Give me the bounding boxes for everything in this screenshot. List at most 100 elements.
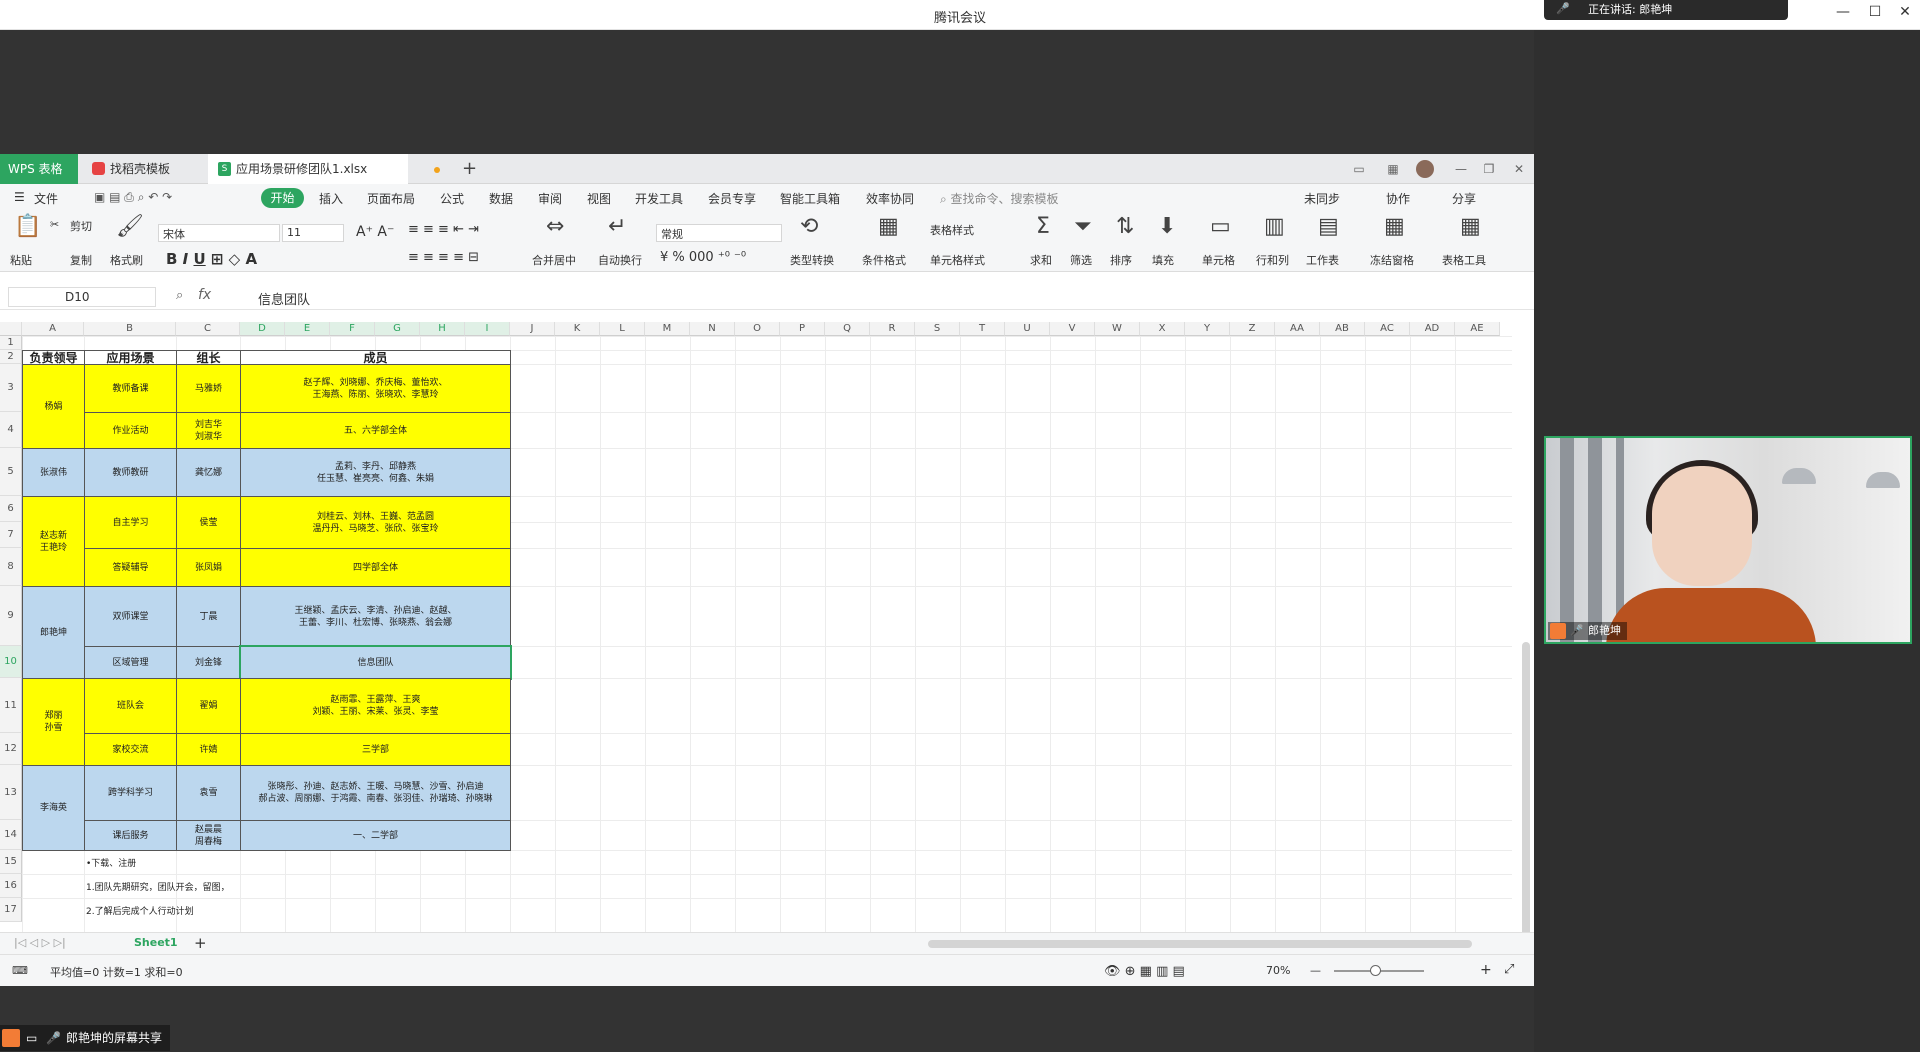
font-select[interactable]: 宋体 <box>158 224 280 242</box>
members-cell[interactable]: 信息团队 <box>239 645 512 680</box>
menu-efficiency[interactable]: 效率协同 <box>866 190 914 207</box>
column-header-W[interactable]: W <box>1095 322 1140 336</box>
copy-button[interactable]: 复制 <box>70 252 92 268</box>
column-header-P[interactable]: P <box>780 322 825 336</box>
column-header-B[interactable]: B <box>84 322 176 336</box>
table-style-button[interactable]: 表格样式 <box>930 222 974 238</box>
row-col-icon[interactable]: ▥ <box>1264 214 1285 239</box>
scene-cell[interactable]: 家校交流 <box>84 733 177 766</box>
zoom-icon[interactable]: ⌕ <box>176 288 183 303</box>
menu-icon[interactable]: ☰ <box>14 190 25 204</box>
fill-button[interactable]: 填充 <box>1152 252 1174 268</box>
group-leader-cell[interactable]: 张凤娟 <box>176 548 241 587</box>
vertical-scrollbar[interactable] <box>1522 642 1530 932</box>
filter-button[interactable]: 筛选 <box>1070 252 1092 268</box>
members-cell[interactable]: 四学部全体 <box>240 548 511 587</box>
font-size-select[interactable]: 11 <box>282 224 344 242</box>
scene-cell[interactable]: 跨学科学习 <box>84 765 177 821</box>
number-icons[interactable]: ¥ % 000 ⁺⁰ ⁻⁰ <box>660 250 746 265</box>
row-header-5[interactable]: 5 <box>0 448 22 496</box>
zoom-out-icon[interactable]: — <box>1310 964 1321 977</box>
column-header-F[interactable]: F <box>330 322 375 336</box>
scene-cell[interactable]: 区域管理 <box>84 646 177 679</box>
table-tools-button[interactable]: 表格工具 <box>1442 252 1486 268</box>
row-header-14[interactable]: 14 <box>0 820 22 850</box>
menu-data[interactable]: 数据 <box>489 190 513 207</box>
format-painter-icon[interactable]: 🖌 <box>116 214 144 239</box>
formula-input[interactable]: 信息团队 <box>258 289 310 308</box>
scene-cell[interactable]: 教师备课 <box>84 364 177 413</box>
quick-access-icons[interactable]: ▣ ▤ ⎙ ⌕ ↶ ↷ <box>94 190 172 205</box>
wps-restore-icon[interactable]: ❐ <box>1480 160 1498 178</box>
font-grow-icon[interactable]: A⁺ A⁻ <box>356 224 394 240</box>
note-text[interactable]: 1.团队先期研究，团队开会，留图， <box>86 880 230 893</box>
select-all-corner[interactable] <box>0 322 22 336</box>
column-header-X[interactable]: X <box>1140 322 1185 336</box>
worksheet-button[interactable]: 工作表 <box>1306 252 1339 268</box>
members-cell[interactable]: 王继颖、孟庆云、李清、孙启迪、赵越、 王蕾、李川、杜宏博、张晓燕、翁会娜 <box>240 586 511 647</box>
add-tab-button[interactable]: + <box>462 154 482 184</box>
row-header-12[interactable]: 12 <box>0 733 22 765</box>
align-icons[interactable]: ≡ ≡ ≡ ⇤ ⇥ <box>408 222 479 237</box>
wrap-button[interactable]: 自动换行 <box>598 252 642 268</box>
menu-insert[interactable]: 插入 <box>319 190 343 207</box>
column-header-N[interactable]: N <box>690 322 735 336</box>
column-header-M[interactable]: M <box>645 322 690 336</box>
leader-cell[interactable]: 李海英 <box>22 765 85 851</box>
worksheet-icon[interactable]: ▤ <box>1318 214 1339 239</box>
sheet-nav-icons[interactable]: |◁ ◁ ▷ ▷| <box>14 936 66 949</box>
note-text[interactable]: 2.了解后完成个人行动计划 <box>86 904 194 917</box>
cut-button[interactable]: 剪切 <box>70 218 92 234</box>
row-col-button[interactable]: 行和列 <box>1256 252 1289 268</box>
column-header-AD[interactable]: AD <box>1410 322 1455 336</box>
add-sheet-icon[interactable]: + <box>194 934 207 952</box>
wps-close-icon[interactable]: ✕ <box>1510 160 1528 178</box>
tab-file[interactable]: S 应用场景研修团队1.xlsx <box>208 154 440 184</box>
type-convert-button[interactable]: 类型转换 <box>790 252 834 268</box>
spreadsheet-grid[interactable]: A B C D E F G H I J K L M N O P Q R S T U V W X Y Z AA AB AC AD AE 123… <box>0 322 1534 932</box>
column-header-A[interactable]: A <box>22 322 84 336</box>
align-icons-2[interactable]: ≡ ≡ ≡ ≡ ⊟ <box>408 250 479 265</box>
column-header-H[interactable]: H <box>420 322 465 336</box>
format-painter-button[interactable]: 格式刷 <box>110 252 143 268</box>
row-header-7[interactable]: 7 <box>0 522 22 548</box>
menu-member[interactable]: 会员专享 <box>708 190 756 207</box>
zoom-level[interactable]: 70% <box>1266 964 1290 977</box>
participant-video[interactable]: 🎤 郎艳坤 <box>1544 436 1912 644</box>
members-cell[interactable]: 赵雨霏、王露萍、王爽 刘颖、王丽、宋莱、张灵、李莹 <box>240 678 511 734</box>
convert-icon[interactable]: ⟲ <box>800 214 818 239</box>
fx-icon[interactable]: fx <box>198 287 211 303</box>
column-header-L[interactable]: L <box>600 322 645 336</box>
menu-file[interactable]: 文件 <box>34 190 58 207</box>
paste-button[interactable]: 粘贴 <box>10 252 32 268</box>
leader-cell[interactable]: 郑丽 孙雪 <box>22 678 85 766</box>
column-header-O[interactable]: O <box>735 322 780 336</box>
group-leader-cell[interactable]: 赵晨晨 周春梅 <box>176 820 241 851</box>
scene-cell[interactable]: 答疑辅导 <box>84 548 177 587</box>
sync-status[interactable]: 未同步 <box>1304 190 1340 207</box>
scene-cell[interactable]: 自主学习 <box>84 496 177 549</box>
row-header-10[interactable]: 10 <box>0 646 22 678</box>
group-leader-cell[interactable]: 丁晨 <box>176 586 241 647</box>
row-header-8[interactable]: 8 <box>0 548 22 586</box>
name-box[interactable]: D10 <box>8 287 156 307</box>
freeze-button[interactable]: 冻结窗格 <box>1370 252 1414 268</box>
scene-cell[interactable]: 作业活动 <box>84 412 177 449</box>
command-search[interactable]: ⌕ 查找命令、搜索模板 <box>940 190 1059 207</box>
scene-cell[interactable]: 双师课堂 <box>84 586 177 647</box>
header-scene[interactable]: 应用场景 <box>84 350 177 365</box>
sum-icon[interactable]: Σ <box>1036 214 1050 239</box>
menu-page-layout[interactable]: 页面布局 <box>367 190 415 207</box>
row-header-11[interactable]: 11 <box>0 678 22 733</box>
members-cell[interactable]: 孟莉、李丹、邱静燕 任玉慧、崔亮亮、何鑫、朱娟 <box>240 448 511 497</box>
members-cell[interactable]: 张晓彤、孙迪、赵志娇、王暖、马晓慧、沙雪、孙启迪 郝占波、周丽娜、于鸿霞、南春、… <box>240 765 511 821</box>
column-header-AB[interactable]: AB <box>1320 322 1365 336</box>
zoom-in-icon[interactable]: + <box>1480 962 1492 978</box>
number-format-select[interactable]: 常规 <box>656 224 782 242</box>
cell-button[interactable]: 单元格 <box>1202 252 1235 268</box>
column-header-S[interactable]: S <box>915 322 960 336</box>
paste-icon[interactable]: 📋 <box>14 214 41 239</box>
row-header-4[interactable]: 4 <box>0 412 22 448</box>
collaborate-button[interactable]: 协作 <box>1386 190 1410 207</box>
fill-icon[interactable]: ⬇ <box>1158 214 1176 239</box>
